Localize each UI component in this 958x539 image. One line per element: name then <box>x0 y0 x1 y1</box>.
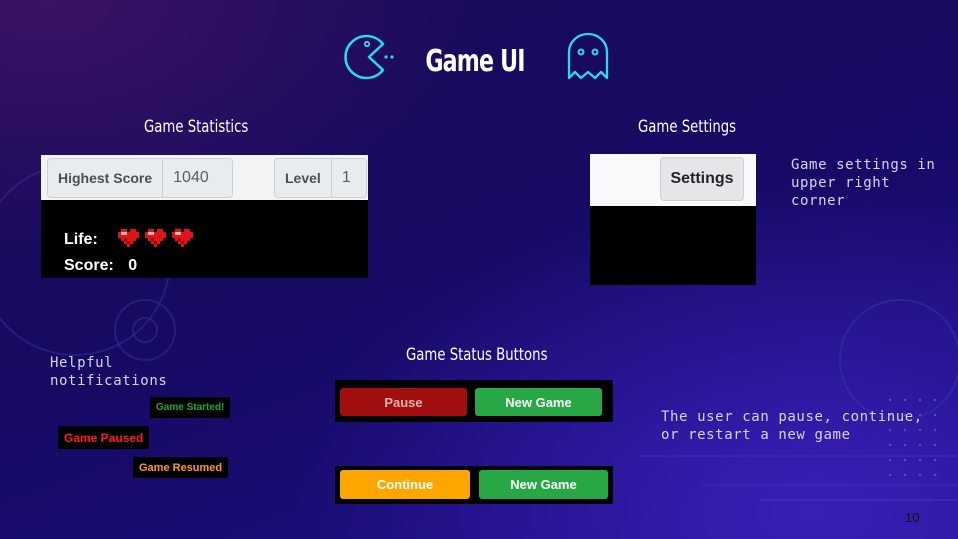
page-title: Game UI <box>425 44 525 79</box>
notification-game-resumed: Game Resumed <box>133 457 229 478</box>
heart-icon <box>118 229 139 247</box>
level-group: Level 1 <box>274 158 367 198</box>
notification-game-paused: Game Paused <box>58 426 150 449</box>
settings-header-bar: Settings <box>590 154 756 206</box>
section-title-settings: Game Settings <box>638 117 737 137</box>
level-value: 1 <box>331 159 366 197</box>
title-bar: Game UI <box>0 30 958 90</box>
new-game-button[interactable]: New Game <box>475 388 602 416</box>
game-statistics-panel: Highest Score 1040 Level 1 Life: Score: … <box>41 155 368 278</box>
notification-game-started: Game Started! <box>150 397 231 418</box>
ghost-icon <box>567 32 609 80</box>
level-label: Level <box>275 159 332 197</box>
life-label: Life: <box>64 231 98 248</box>
status-buttons-row-paused: Continue New Game <box>335 466 613 504</box>
heart-icon <box>172 229 193 247</box>
score-label: Score: <box>64 257 114 274</box>
pacman-icon <box>344 34 394 80</box>
section-title-statistics: Game Statistics <box>144 117 249 137</box>
score-value: 0 <box>128 257 138 274</box>
section-title-status-buttons: Game Status Buttons <box>406 345 548 365</box>
highest-score-group: Highest Score 1040 <box>47 158 234 198</box>
game-settings-panel: Settings <box>590 154 756 285</box>
heart-icon <box>145 229 166 247</box>
highest-score-value: 1040 <box>163 159 233 197</box>
lives-display <box>118 229 193 247</box>
highest-score-label: Highest Score <box>48 159 164 197</box>
score-display: Score: 0 <box>64 257 137 275</box>
new-game-button-2[interactable]: New Game <box>479 470 608 499</box>
page-number: 10 <box>905 510 920 525</box>
pause-button[interactable]: Pause <box>340 388 467 416</box>
notifications-note: Helpful notifications <box>50 355 168 389</box>
status-buttons-row-playing: Pause New Game <box>335 380 613 422</box>
status-buttons-note: The user can pause, continue, or restart… <box>661 409 923 443</box>
stats-header-bar: Highest Score 1040 Level 1 <box>41 155 368 200</box>
continue-button[interactable]: Continue <box>340 470 470 499</box>
settings-note: Game settings in upper right corner <box>791 157 936 209</box>
settings-button[interactable]: Settings <box>660 157 744 201</box>
